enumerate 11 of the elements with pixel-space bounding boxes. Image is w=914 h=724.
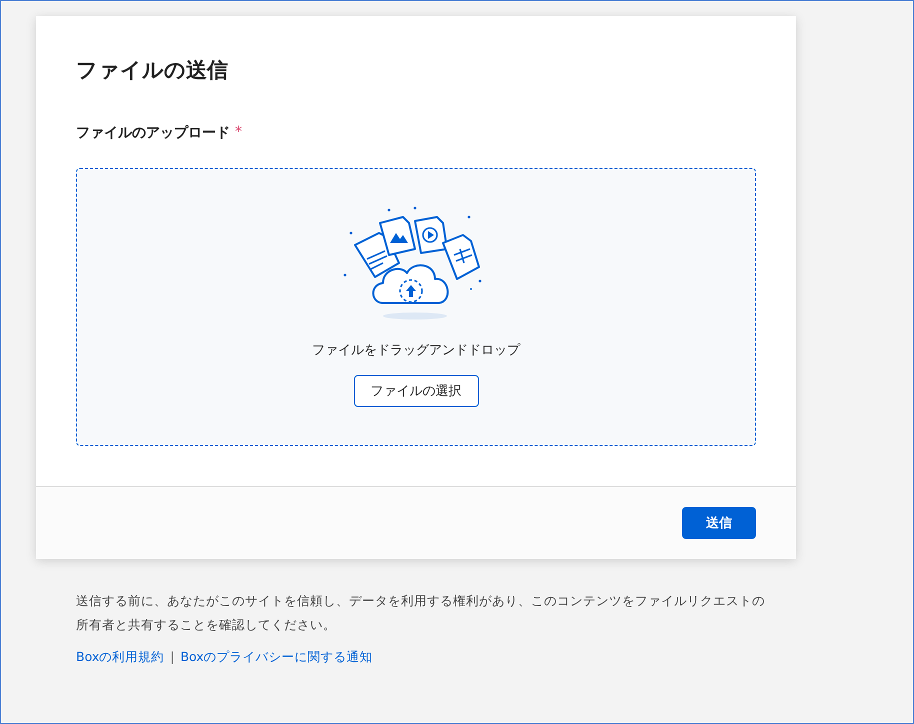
choose-file-button[interactable]: ファイルの選択 [354, 375, 478, 407]
upload-label: ファイルのアップロード [76, 124, 230, 142]
link-separator: | [170, 649, 174, 666]
terms-link[interactable]: Boxの利用規約 [76, 649, 164, 666]
privacy-link[interactable]: Boxのプライバシーに関する通知 [180, 649, 373, 666]
submit-button[interactable]: 送信 [682, 507, 756, 539]
drop-zone[interactable]: ファイルをドラッグアンドドロップ ファイルの選択 [76, 168, 756, 446]
form-title: ファイルの送信 [76, 57, 229, 84]
required-mark: * [235, 124, 242, 142]
drop-instruction: ファイルをドラッグアンドドロップ [312, 342, 520, 359]
disclaimer-text: 送信する前に、あなたがこのサイトを信頼し、データを利用する権利があり、このコンテンツをファイルリクエストの所有者と共有することを確認してください。 [76, 592, 766, 634]
